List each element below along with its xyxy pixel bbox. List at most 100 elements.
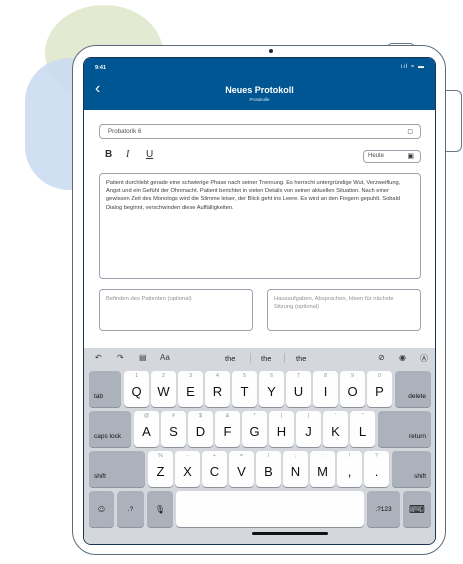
- key-label: B: [264, 464, 273, 479]
- key-label: P: [375, 384, 384, 399]
- key-hint: -: [186, 453, 189, 459]
- key-label: F: [223, 424, 232, 439]
- scribble-icon[interactable]: Ⓐ: [420, 353, 428, 364]
- key-e[interactable]: 3E: [178, 371, 203, 407]
- key-hint: 9: [351, 373, 354, 379]
- key-b[interactable]: / B: [256, 451, 281, 487]
- key-o[interactable]: 9O: [340, 371, 365, 407]
- page-title: Neues Protokoll: [225, 85, 294, 95]
- key-label: K: [331, 424, 340, 439]
- date-value: Heute: [368, 153, 385, 159]
- key-s[interactable]: # S: [161, 411, 186, 447]
- key-hint: *: [253, 413, 256, 419]
- page-subtitle: Protokolle: [249, 97, 270, 102]
- key-j[interactable]: ) J: [296, 411, 321, 447]
- key-hint: 5: [243, 373, 246, 379]
- key-y[interactable]: 6Y: [259, 371, 284, 407]
- right-shift-key[interactable]: shift: [392, 451, 431, 487]
- return-key[interactable]: return: [378, 411, 431, 447]
- key-hint: ?: [375, 453, 378, 459]
- key-hint: (: [280, 413, 283, 419]
- key-p[interactable]: 0P: [367, 371, 392, 407]
- key-hint: /: [267, 453, 270, 459]
- key-label: M: [317, 464, 328, 479]
- key-label: O: [347, 384, 358, 399]
- key-f[interactable]: & F: [215, 411, 240, 447]
- key-hint: :: [321, 453, 324, 459]
- microphone-icon[interactable]: 🎙: [147, 491, 173, 527]
- patient-condition-placeholder: Befinden des Patienten (optional): [106, 296, 192, 302]
- key-label: H: [276, 424, 287, 439]
- status-icons: ııl ≈ ▬: [400, 64, 425, 70]
- key-l[interactable]: " L: [350, 411, 375, 447]
- key-label: D: [195, 424, 206, 439]
- key-i[interactable]: 8I: [313, 371, 338, 407]
- key-g[interactable]: * G: [242, 411, 267, 447]
- key-hint: 2: [162, 373, 165, 379]
- numbers-key-right[interactable]: .?123: [367, 491, 400, 527]
- homework-field[interactable]: Hausaufgaben, Absprachen, Ideen für näch…: [267, 289, 421, 331]
- bold-button[interactable]: B: [105, 149, 112, 160]
- key-hint: %: [158, 453, 163, 459]
- key-label: J: [305, 424, 312, 439]
- delete-key[interactable]: delete: [395, 371, 431, 407]
- key-u[interactable]: 7U: [286, 371, 311, 407]
- key-label: ,: [347, 464, 352, 479]
- key-label: R: [212, 384, 223, 399]
- suggestion-divider: [250, 353, 251, 363]
- space-key[interactable]: [176, 491, 364, 527]
- suggestion-2[interactable]: the: [261, 354, 271, 363]
- key-z[interactable]: % Z: [148, 451, 173, 487]
- redo-icon[interactable]: ↷: [117, 353, 124, 362]
- key-q[interactable]: 1Q: [124, 371, 149, 407]
- key-k[interactable]: ' K: [323, 411, 348, 447]
- numbers-key-left[interactable]: .?: [117, 491, 144, 527]
- protocol-notes-textarea[interactable]: Patient durchlebt gerade eine schwierige…: [99, 173, 421, 279]
- hide-keyboard-icon[interactable]: ⌨: [403, 491, 431, 527]
- left-shift-key[interactable]: shift: [89, 451, 145, 487]
- key-label: Q: [131, 384, 142, 399]
- caps-lock-key[interactable]: caps lock: [89, 411, 131, 447]
- check-icon[interactable]: ⊘: [378, 353, 385, 362]
- patient-condition-field[interactable]: Befinden des Patienten (optional): [99, 289, 253, 331]
- undo-icon[interactable]: ↶: [95, 353, 102, 362]
- key-label: T: [240, 384, 249, 399]
- key-hint: 3: [189, 373, 192, 379]
- key-label: Y: [267, 384, 276, 399]
- date-field[interactable]: Heute ▣: [363, 150, 421, 163]
- key-hint: 0: [378, 373, 381, 379]
- suggestion-3[interactable]: the: [296, 354, 306, 363]
- key-hint: 6: [270, 373, 273, 379]
- key-hint: $: [199, 413, 202, 419]
- key-label: .: [374, 464, 379, 479]
- key-label: N: [290, 464, 301, 479]
- key-hint: !: [348, 453, 351, 459]
- italic-button[interactable]: I: [126, 149, 129, 160]
- navigation-bar: 9:41 ııl ≈ ▬ ‹ Neues Protokoll Protokoll…: [84, 58, 435, 110]
- underline-button[interactable]: U: [146, 149, 153, 160]
- key-a[interactable]: @ A: [134, 411, 159, 447]
- key-c[interactable]: + C: [202, 451, 227, 487]
- key-period[interactable]: ?.: [364, 451, 389, 487]
- key-label: L: [358, 424, 367, 439]
- protocol-type-select[interactable]: Probatorik 6 ▢: [99, 124, 421, 139]
- key-h[interactable]: (H: [269, 411, 294, 447]
- select-icon: ▢: [407, 129, 413, 135]
- key-m[interactable]: :M: [310, 451, 335, 487]
- tab-key[interactable]: tab: [89, 371, 121, 407]
- text-format-icon[interactable]: Aa: [160, 353, 170, 362]
- suggestion-1[interactable]: the: [225, 354, 235, 363]
- key-r[interactable]: 4R: [205, 371, 230, 407]
- key-w[interactable]: 2W: [151, 371, 176, 407]
- key-t[interactable]: 5T: [232, 371, 257, 407]
- key-comma[interactable]: !,: [337, 451, 362, 487]
- key-hint: 4: [216, 373, 219, 379]
- key-v[interactable]: = V: [229, 451, 254, 487]
- paste-icon[interactable]: ▤: [139, 353, 147, 362]
- key-n[interactable]: ; N: [283, 451, 308, 487]
- camera-icon[interactable]: ◉: [399, 353, 406, 362]
- tablet-side-button: [445, 90, 462, 152]
- key-x[interactable]: -X: [175, 451, 200, 487]
- emoji-icon[interactable]: ☺: [89, 491, 114, 527]
- key-d[interactable]: $ D: [188, 411, 213, 447]
